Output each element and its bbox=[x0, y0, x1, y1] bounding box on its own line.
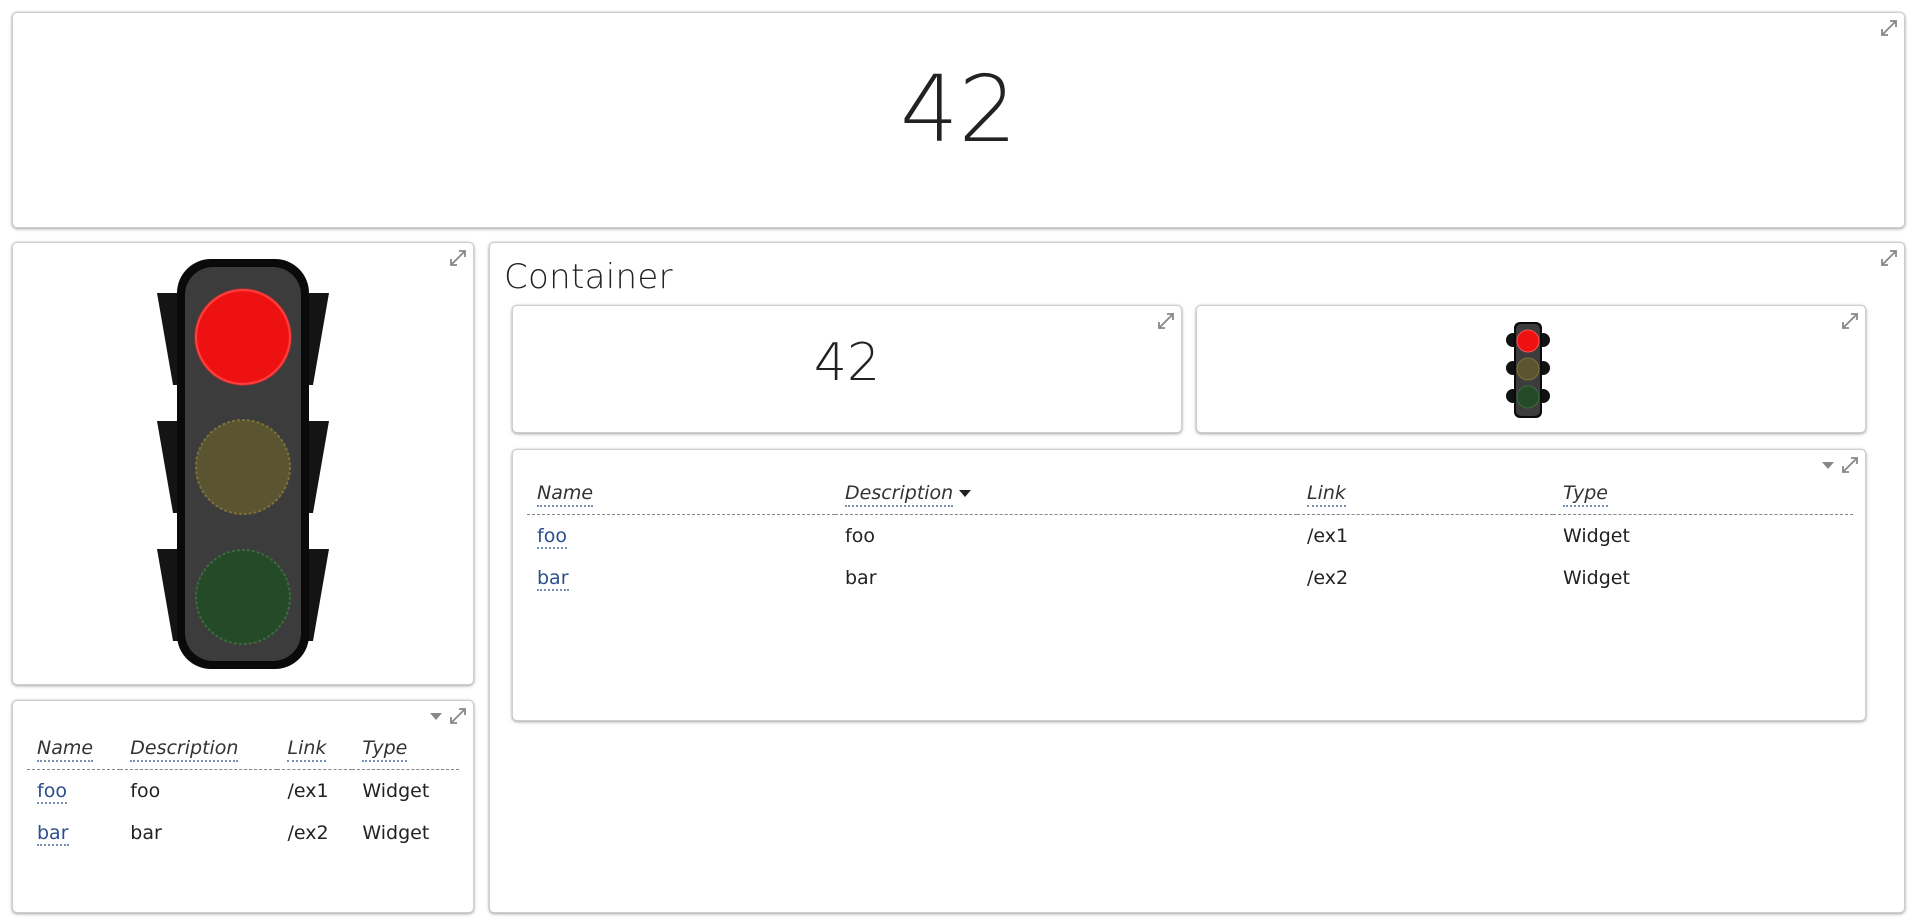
column-header-description[interactable]: Description bbox=[835, 472, 1297, 515]
row-type: Widget bbox=[362, 822, 430, 844]
sort-descending-icon bbox=[959, 490, 972, 497]
small-table-panel: Name Description Link Type foo foo /ex1 … bbox=[12, 700, 474, 913]
row-type: Widget bbox=[1563, 567, 1630, 589]
container-panel: Container 42 Name Description Link Type … bbox=[489, 242, 1905, 913]
expand-icon[interactable] bbox=[1880, 19, 1898, 37]
menu-caret-icon[interactable] bbox=[429, 711, 443, 721]
row-name-link[interactable]: bar bbox=[37, 822, 69, 846]
column-header-type[interactable]: Type bbox=[1553, 472, 1853, 515]
column-header-name[interactable]: Name bbox=[527, 472, 835, 515]
row-link: /ex2 bbox=[287, 822, 329, 844]
row-name-link[interactable]: foo bbox=[37, 780, 67, 804]
menu-caret-icon[interactable] bbox=[1821, 460, 1835, 470]
expand-icon[interactable] bbox=[1841, 312, 1859, 330]
table-header-row: Name Description Link Type bbox=[27, 727, 459, 770]
row-description: bar bbox=[845, 567, 877, 589]
expand-icon[interactable] bbox=[449, 249, 467, 267]
table-row: foo foo /ex1 Widget bbox=[527, 515, 1853, 558]
expand-icon[interactable] bbox=[1880, 249, 1898, 267]
inner-number-value: 42 bbox=[813, 333, 881, 393]
green-lamp bbox=[195, 549, 291, 645]
yellow-lamp bbox=[195, 419, 291, 515]
row-description: bar bbox=[130, 822, 162, 844]
row-link: /ex1 bbox=[1307, 525, 1349, 547]
row-link: /ex2 bbox=[1307, 567, 1349, 589]
main-table: Name Description Link Type foo foo /ex1 … bbox=[527, 472, 1853, 599]
container-title: Container bbox=[504, 257, 673, 297]
table-row: foo foo /ex1 Widget bbox=[27, 770, 459, 813]
column-header-type[interactable]: Type bbox=[352, 727, 459, 770]
traffic-light-large bbox=[157, 259, 329, 669]
column-header-name[interactable]: Name bbox=[27, 727, 121, 770]
expand-icon[interactable] bbox=[1157, 312, 1175, 330]
inner-table-panel: Name Description Link Type foo foo /ex1 … bbox=[512, 449, 1866, 721]
row-name-link[interactable]: bar bbox=[537, 567, 569, 591]
row-name-link[interactable]: foo bbox=[537, 525, 567, 549]
row-type: Widget bbox=[1563, 525, 1630, 547]
table-row: bar bar /ex2 Widget bbox=[27, 812, 459, 854]
table-header-row: Name Description Link Type bbox=[527, 472, 1853, 515]
row-type: Widget bbox=[362, 780, 430, 802]
column-header-description[interactable]: Description bbox=[120, 727, 278, 770]
expand-icon[interactable] bbox=[449, 707, 467, 725]
small-table: Name Description Link Type foo foo /ex1 … bbox=[27, 727, 459, 854]
column-header-link[interactable]: Link bbox=[277, 727, 353, 770]
row-description: foo bbox=[845, 525, 875, 547]
top-number-value: 42 bbox=[899, 56, 1018, 163]
table-row: bar bar /ex2 Widget bbox=[527, 557, 1853, 599]
row-link: /ex1 bbox=[287, 780, 329, 802]
traffic-light-panel bbox=[12, 242, 474, 685]
inner-number-panel: 42 bbox=[512, 305, 1182, 433]
column-header-link[interactable]: Link bbox=[1297, 472, 1553, 515]
traffic-light-small bbox=[1506, 322, 1550, 418]
top-number-panel: 42 bbox=[12, 12, 1905, 228]
inner-traffic-light-panel bbox=[1196, 305, 1866, 433]
row-description: foo bbox=[130, 780, 161, 802]
